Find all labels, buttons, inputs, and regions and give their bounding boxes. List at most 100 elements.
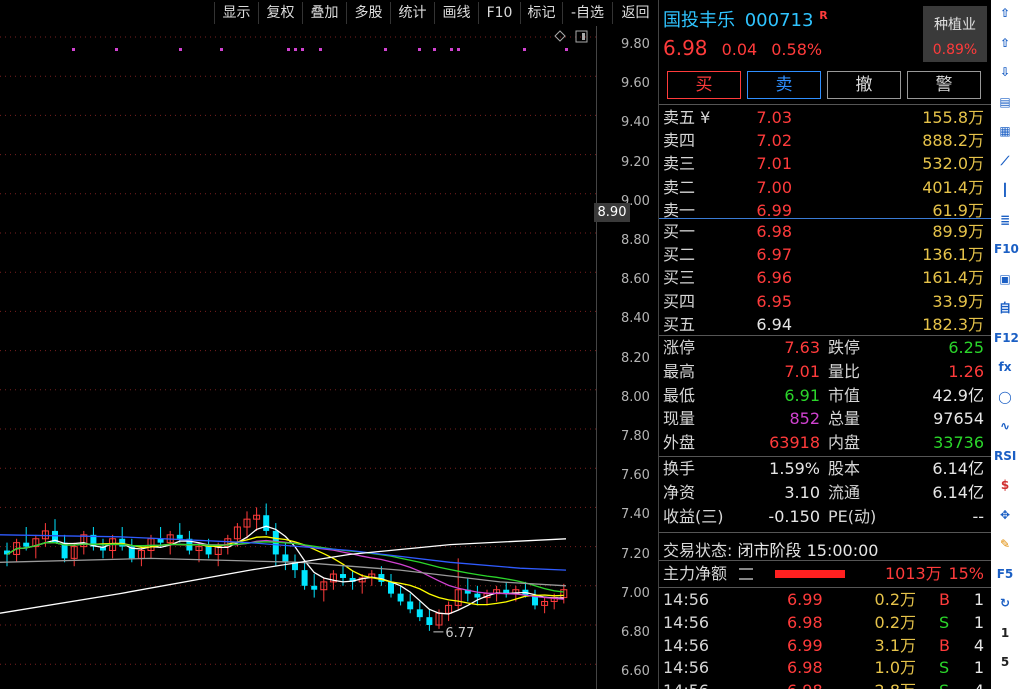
- kline-chart-pane[interactable]: 6.77: [0, 0, 596, 689]
- candle-body: [426, 617, 433, 625]
- fund-value: -0.150: [768, 507, 820, 526]
- price-axis-label: 7.20: [621, 546, 650, 562]
- event-marker: [220, 48, 223, 51]
- alert-button[interactable]: 警: [907, 71, 981, 99]
- toolbar-self-select-button[interactable]: -自选: [562, 2, 612, 24]
- down-outline-icon[interactable]: ⇩: [994, 61, 1016, 83]
- tick-row[interactable]: 14:56 6.98 0.2万 S 1: [663, 612, 988, 634]
- ask-row[interactable]: 卖四 7.02 888.2万: [663, 129, 988, 152]
- fx-icon[interactable]: fx: [994, 356, 1016, 378]
- main-flow-row[interactable]: 主力净额 1013万 15%: [663, 563, 988, 585]
- toolbar-back-button[interactable]: 返回: [612, 2, 658, 24]
- list-icon[interactable]: ≣: [994, 209, 1016, 231]
- bid-row[interactable]: 买三 6.96 161.4万: [663, 266, 988, 289]
- sell-button[interactable]: 卖: [747, 71, 821, 99]
- event-marker: [457, 48, 460, 51]
- up-arrow-icon[interactable]: ⇧: [994, 2, 1016, 24]
- ask-row[interactable]: 卖二 7.00 401.4万: [663, 176, 988, 199]
- tick-count: 1: [973, 590, 984, 609]
- kline-chart[interactable]: 6.77: [0, 0, 596, 689]
- toolbar-adjust-button[interactable]: 复权: [258, 2, 302, 24]
- event-marker: [294, 48, 297, 51]
- ask-volume: 888.2万: [922, 131, 984, 151]
- tick-row[interactable]: 14:56 6.98 1.0万 S 1: [663, 657, 988, 679]
- ask-row[interactable]: 卖五 ¥ 7.03 155.8万: [663, 106, 988, 129]
- circle-icon[interactable]: ◯: [994, 386, 1016, 408]
- tick-side: B: [939, 635, 950, 655]
- price-axis-label: 9.20: [621, 154, 650, 170]
- buy-button[interactable]: 买: [667, 71, 741, 99]
- toolbar-stats-button[interactable]: 统计: [390, 2, 434, 24]
- event-marker: [418, 48, 421, 51]
- tick-side: S: [939, 680, 949, 689]
- ask-price: 7.03: [756, 108, 792, 127]
- candle-icon[interactable]: ┃: [994, 179, 1016, 201]
- toolbar-overlay-button[interactable]: 叠加: [302, 2, 346, 24]
- news-icon[interactable]: ▣: [994, 268, 1016, 290]
- event-marker: [287, 48, 290, 51]
- tick-row[interactable]: 14:56 6.99 0.2万 B 1: [663, 589, 988, 611]
- event-marker: [301, 48, 304, 51]
- price-axis-label: 8.00: [621, 389, 650, 405]
- stock-price: 6.98: [663, 36, 708, 60]
- bid-label: 买一: [663, 222, 696, 241]
- tick-count: 4: [973, 635, 984, 655]
- ask-row[interactable]: 卖三 7.01 532.0万: [663, 152, 988, 175]
- toolbar-mark-button[interactable]: 标记: [520, 2, 562, 24]
- toolbar-draw-line-button[interactable]: 画线: [434, 2, 478, 24]
- self-icon[interactable]: 自: [994, 297, 1016, 319]
- pen-icon[interactable]: ✎: [994, 533, 1016, 555]
- stat-key: 最高: [663, 361, 696, 381]
- one-icon[interactable]: 1: [994, 622, 1016, 644]
- fund-value: 3.10: [784, 483, 820, 502]
- stat-value: 6.91: [784, 385, 820, 405]
- stock-code: 000713: [744, 10, 814, 31]
- stats-row: 涨停 7.63 跌停 6.25: [663, 336, 988, 359]
- tick-row[interactable]: 14:56 6.98 2.8万 S 4: [663, 680, 988, 689]
- price-axis-label: 6.60: [621, 664, 650, 680]
- stat-key: 跌停: [828, 338, 861, 357]
- candle-body: [205, 546, 212, 555]
- f12-icon[interactable]: F12: [994, 327, 1019, 349]
- stat-value: 97654: [933, 409, 984, 429]
- chart-toolbar: 显示 复权 叠加 多股 统计 画线 F10 标记 -自选 返回: [0, 0, 658, 26]
- tick-row[interactable]: 14:56 6.99 3.1万 B 4: [663, 635, 988, 657]
- rsi-icon[interactable]: RSI: [994, 445, 1016, 467]
- up-outline-icon[interactable]: ⇧: [994, 32, 1016, 54]
- toolbar-f10-button[interactable]: F10: [478, 2, 520, 24]
- industry-badge[interactable]: 种植业 0.89%: [923, 6, 987, 62]
- stat-key: 总量: [828, 409, 861, 429]
- candle-body: [282, 554, 289, 563]
- chart-icon[interactable]: ▤: [994, 91, 1016, 113]
- tick-time: 14:56: [663, 658, 710, 678]
- line-chart-icon[interactable]: ⟋: [994, 150, 1016, 172]
- f5-icon[interactable]: F5: [994, 563, 1016, 585]
- move-icon[interactable]: ✥: [994, 504, 1016, 526]
- tick-side: S: [939, 612, 950, 632]
- ma250-line: [0, 538, 567, 614]
- stock-change-pct: 0.58%: [771, 40, 823, 59]
- price-axis-label: 8.80: [621, 233, 650, 248]
- bid-row[interactable]: 买五 6.94 182.3万: [663, 313, 988, 336]
- five-icon[interactable]: 5: [994, 651, 1016, 673]
- quote-panel: 国投丰乐 000713 R 6.98 0.04 0.58% 种植业 0.89% …: [658, 0, 992, 689]
- cancel-order-button[interactable]: 撤: [827, 71, 901, 99]
- main-flow-value: 1013万: [885, 564, 942, 583]
- ask-volume: 401.4万: [922, 177, 984, 197]
- bid-label: 买二: [663, 245, 696, 265]
- bid-row[interactable]: 买二 6.97 136.1万: [663, 243, 988, 266]
- price-axis-label: 8.60: [621, 272, 650, 288]
- f10-icon[interactable]: F10: [994, 238, 1019, 260]
- stats-row: 最低 6.91 市值 42.9亿: [663, 384, 988, 407]
- bid-row[interactable]: 买一 6.98 89.9万: [663, 220, 988, 243]
- dollar-icon[interactable]: $: [994, 474, 1016, 496]
- bid-row[interactable]: 买四 6.95 33.9万: [663, 290, 988, 313]
- toolbar-display-button[interactable]: 显示: [214, 2, 258, 24]
- grid-icon[interactable]: ▦: [994, 120, 1016, 142]
- refresh-icon[interactable]: ↻: [994, 592, 1016, 614]
- toolbar-multi-stock-button[interactable]: 多股: [346, 2, 390, 24]
- tick-volume: 2.8万: [875, 680, 916, 689]
- wave-icon[interactable]: ∿: [994, 415, 1016, 437]
- stock-flag: R: [819, 9, 828, 22]
- stat-value: 33736: [933, 433, 984, 453]
